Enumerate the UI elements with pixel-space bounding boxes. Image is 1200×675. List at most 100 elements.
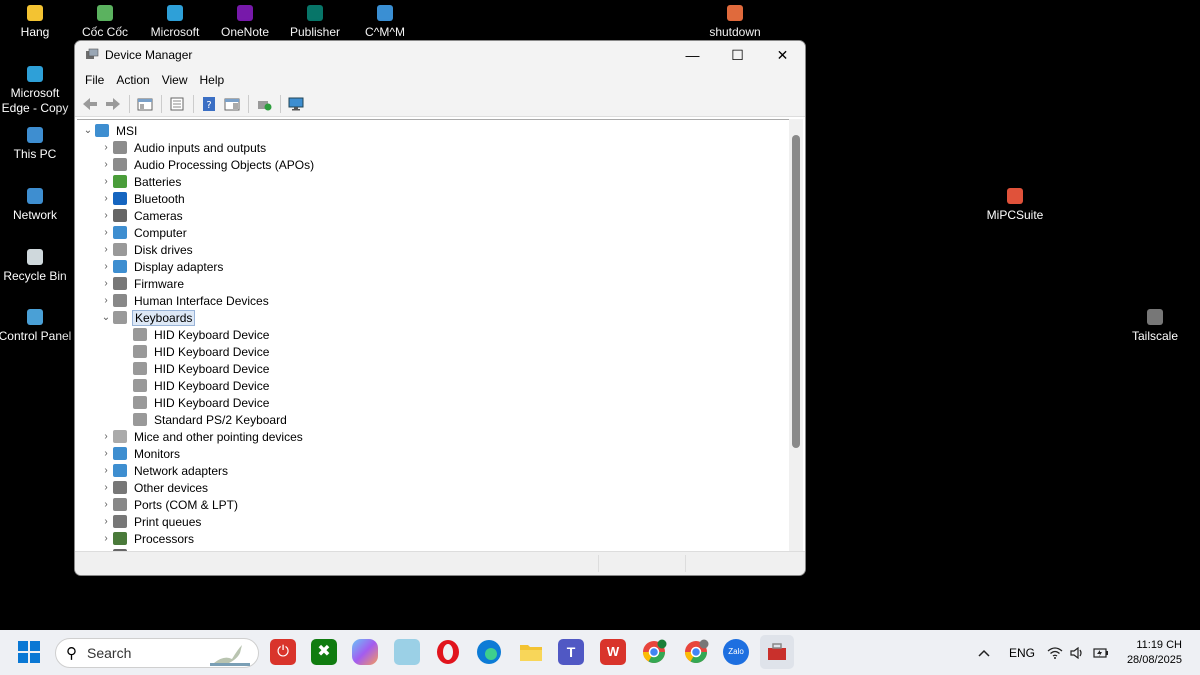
tree-category[interactable]: › Monitors	[99, 445, 182, 462]
menu-action[interactable]: Action	[110, 73, 155, 87]
chevron-right-icon[interactable]: ›	[99, 278, 113, 289]
chevron-right-icon[interactable]: ›	[99, 210, 113, 221]
taskbar-app-chrome-1[interactable]	[641, 639, 667, 665]
taskbar-app-device-manager-active[interactable]	[760, 635, 794, 669]
tree-child-item[interactable]: HID Keyboard Device	[119, 377, 271, 394]
chevron-right-icon[interactable]: ›	[99, 244, 113, 255]
tree-category[interactable]: › Human Interface Devices	[99, 292, 271, 309]
tree-category[interactable]: › Display adapters	[99, 258, 225, 275]
taskbar-app-chrome-2[interactable]	[683, 639, 709, 665]
chevron-right-icon[interactable]: ›	[99, 516, 113, 527]
desktop-shortcut[interactable]: shutdown	[697, 5, 773, 40]
chevron-right-icon[interactable]: ›	[99, 193, 113, 204]
close-button[interactable]: ✕	[760, 41, 805, 69]
forward-button[interactable]	[102, 93, 124, 115]
scan-hardware-button[interactable]	[285, 93, 307, 115]
tree-category[interactable]: ⌄ Keyboards	[99, 309, 196, 326]
menu-file[interactable]: File	[79, 73, 110, 87]
chevron-down-icon[interactable]: ⌄	[81, 125, 95, 136]
tree-category[interactable]: › Mice and other pointing devices	[99, 428, 305, 445]
chevron-right-icon[interactable]: ›	[99, 176, 113, 187]
clock[interactable]: 11:19 CH 28/08/2025	[1127, 638, 1182, 668]
show-hide-console-tree-button[interactable]	[134, 93, 156, 115]
action-pane-button[interactable]	[221, 93, 243, 115]
properties-button[interactable]	[166, 93, 188, 115]
desktop-shortcut-label: This PC	[13, 147, 57, 161]
desktop-shortcut[interactable]: Network	[0, 188, 73, 223]
tree-child-item[interactable]: HID Keyboard Device	[119, 360, 271, 377]
desktop-shortcut[interactable]: Microsoft	[137, 5, 213, 40]
vertical-scrollbar[interactable]	[789, 119, 803, 551]
tree-child-item[interactable]: HID Keyboard Device	[119, 343, 271, 360]
chevron-down-icon[interactable]: ⌄	[99, 312, 113, 323]
scrollbar-thumb[interactable]	[792, 135, 800, 448]
maximize-button[interactable]: ☐	[715, 41, 760, 69]
desktop-shortcut[interactable]: Tailscale	[1117, 309, 1193, 344]
processor-icon	[113, 532, 127, 545]
tray-overflow-chevron[interactable]	[978, 630, 990, 675]
taskbar-app-power[interactable]: ⏻	[270, 639, 296, 665]
desktop-shortcut[interactable]: Control Panel	[0, 309, 73, 344]
taskbar-app-copilot[interactable]	[352, 639, 378, 665]
desktop-shortcut[interactable]: OneNote	[207, 5, 283, 40]
chevron-right-icon[interactable]: ›	[99, 499, 113, 510]
taskbar-app-file-explorer[interactable]	[518, 639, 544, 665]
language-indicator[interactable]: ENG	[1009, 630, 1035, 675]
desktop-shortcut[interactable]: MiPCSuite	[977, 188, 1053, 223]
tree-category[interactable]: › Network adapters	[99, 462, 230, 479]
tree-category[interactable]: › Cameras	[99, 207, 185, 224]
tree-category[interactable]: ⌄ MSI	[81, 122, 139, 139]
tree-category[interactable]: › Audio Processing Objects (APOs)	[99, 156, 316, 173]
desktop-shortcut[interactable]: Microsoft Edge - Copy	[0, 66, 73, 116]
tree-category[interactable]: › Other devices	[99, 479, 210, 496]
chevron-right-icon[interactable]: ›	[99, 159, 113, 170]
tree-category[interactable]: › Batteries	[99, 173, 183, 190]
desktop-shortcut[interactable]: C^M^M	[347, 5, 423, 40]
desktop-shortcut[interactable]: Recycle Bin	[0, 249, 73, 284]
tree-category[interactable]: › Bluetooth	[99, 190, 187, 207]
title-bar[interactable]: Device Manager — ☐ ✕	[75, 41, 805, 69]
tree-child-item[interactable]: Standard PS/2 Keyboard	[119, 411, 289, 428]
volume-icon[interactable]	[1070, 630, 1084, 675]
tree-category[interactable]: › Firmware	[99, 275, 186, 292]
chevron-right-icon[interactable]: ›	[99, 142, 113, 153]
taskbar-app-paint[interactable]	[394, 639, 420, 665]
chevron-right-icon[interactable]: ›	[99, 295, 113, 306]
tree-category[interactable]: › Audio inputs and outputs	[99, 139, 268, 156]
taskbar-app-opera[interactable]	[435, 639, 461, 665]
chevron-right-icon[interactable]: ›	[99, 227, 113, 238]
taskbar-app-edge[interactable]	[476, 639, 502, 665]
tree-category[interactable]: › Processors	[99, 530, 196, 547]
desktop-shortcut[interactable]: Cốc Cốc	[67, 5, 143, 40]
tree-child-item[interactable]: HID Keyboard Device	[119, 326, 271, 343]
taskbar-app-xbox[interactable]: ✖	[311, 639, 337, 665]
minimize-button[interactable]: —	[670, 41, 715, 69]
desktop-shortcut[interactable]: This PC	[0, 127, 73, 162]
chevron-right-icon[interactable]: ›	[99, 465, 113, 476]
taskbar-app-zalo[interactable]: Zalo	[723, 639, 749, 665]
chevron-right-icon[interactable]: ›	[99, 431, 113, 442]
back-button[interactable]	[79, 93, 101, 115]
chevron-right-icon[interactable]: ›	[99, 482, 113, 493]
start-button[interactable]	[18, 641, 40, 666]
menu-view[interactable]: View	[156, 73, 194, 87]
tree-category[interactable]: › Print queues	[99, 513, 203, 530]
wifi-icon[interactable]	[1047, 630, 1063, 675]
desktop-shortcut[interactable]: Hang	[0, 5, 73, 40]
taskbar-search-box[interactable]: ⚲ Search	[55, 638, 259, 668]
update-driver-button[interactable]	[253, 93, 275, 115]
tree-category[interactable]: › Ports (COM & LPT)	[99, 496, 240, 513]
taskbar-app-wps[interactable]: W	[600, 639, 626, 665]
chevron-right-icon[interactable]: ›	[99, 533, 113, 544]
tree-child-item[interactable]: HID Keyboard Device	[119, 394, 271, 411]
taskbar-app-teams[interactable]: T	[558, 639, 584, 665]
desktop-shortcut[interactable]: Publisher	[277, 5, 353, 40]
battery-icon[interactable]	[1093, 630, 1109, 675]
help-button[interactable]: ?	[198, 93, 220, 115]
chevron-right-icon[interactable]: ›	[99, 448, 113, 459]
tree-category[interactable]: › Disk drives	[99, 241, 195, 258]
device-tree[interactable]: ⌄ MSI › Audio inputs and outputs › Audio Proc…	[77, 119, 789, 551]
menu-help[interactable]: Help	[194, 73, 231, 87]
chevron-right-icon[interactable]: ›	[99, 261, 113, 272]
tree-category[interactable]: › Computer	[99, 224, 189, 241]
